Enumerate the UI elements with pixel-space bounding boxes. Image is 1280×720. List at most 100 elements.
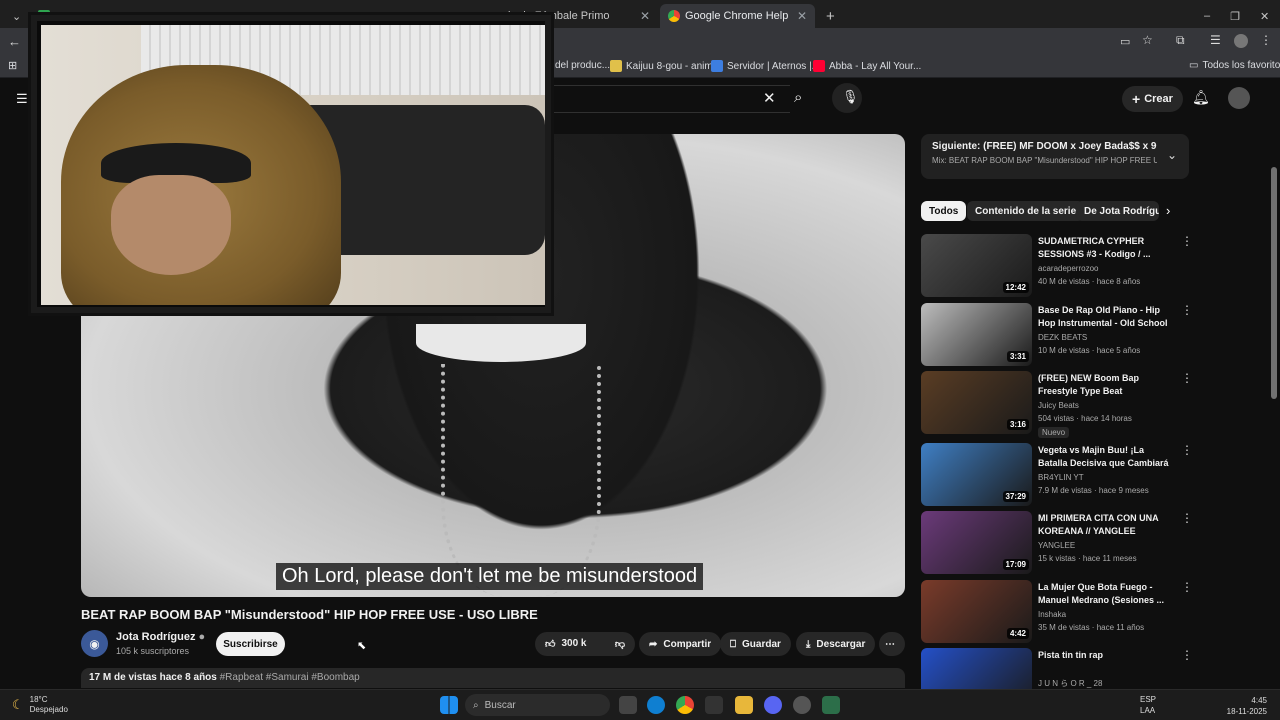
search-button[interactable]: ⌕ (786, 85, 818, 113)
notifications-bell-icon[interactable]: 🔔︎ (1192, 89, 1210, 106)
recommendation-title[interactable]: Base De Rap Old Piano - Hip Hop Instrume… (1038, 304, 1176, 331)
recommendation-title[interactable]: Pista tin tin rap (1038, 649, 1176, 662)
chip-channel[interactable]: De Jota Rodríguez (1076, 201, 1159, 221)
dislike-button[interactable]: 👎︎ (615, 638, 625, 650)
bookmark-all-folder[interactable]: ▭ Todos los favoritos (1189, 60, 1280, 71)
bookmark-item[interactable]: Kaijuu 8-gou - anim... (610, 60, 721, 72)
video-thumbnail[interactable]: 3:16 (921, 371, 1032, 434)
app-icon[interactable] (822, 696, 840, 714)
more-vertical-icon[interactable]: ⋮ (1181, 443, 1193, 457)
recommendation-title[interactable]: La Mujer Que Bota Fuego - Manuel Medrano… (1038, 581, 1176, 607)
app-icon[interactable] (793, 696, 811, 714)
system-tray[interactable]: ESP LAA (1140, 694, 1156, 716)
new-badge: Nuevo (1038, 427, 1070, 438)
save-button[interactable]: ⎕ Guardar (720, 632, 791, 656)
chip-series[interactable]: Contenido de la serie (967, 201, 1085, 221)
edge-icon[interactable] (647, 696, 665, 714)
chrome-icon[interactable] (676, 696, 694, 714)
recommendation-title[interactable]: (FREE) NEW Boom Bap Freestyle Type Beat (1038, 372, 1176, 398)
recommendation-channel[interactable]: BR4YLIN YT (1038, 473, 1084, 482)
video-thumbnail[interactable]: 17:09 (921, 511, 1032, 574)
recommendation-item[interactable]: 3:31 Base De Rap Old Piano - Hip Hop Inst… (921, 303, 1193, 367)
recommendation-channel[interactable]: Inshaka (1038, 610, 1066, 619)
webcam-overlay[interactable] (28, 12, 554, 316)
video-thumbnail[interactable]: 4:42 (921, 580, 1032, 643)
channel-name[interactable]: Jota Rodríguez ● (116, 631, 205, 643)
maximize-icon[interactable]: ❐ (1230, 10, 1240, 23)
create-button[interactable]: + Crear (1122, 86, 1183, 112)
recommendation-item[interactable]: 3:16 (FREE) NEW Boom Bap Freestyle Type B… (921, 371, 1193, 438)
recommendation-item[interactable]: 4:42 La Mujer Que Bota Fuego - Manuel Med… (921, 580, 1193, 644)
recommendation-channel[interactable]: J U N ら O R _ 28 (1038, 678, 1102, 689)
profile-avatar[interactable] (1234, 34, 1248, 48)
bookmark-star-icon[interactable]: ☆ (1142, 33, 1153, 47)
back-icon[interactable]: ← (8, 34, 21, 49)
recommendation-item[interactable]: 12:42 SUDAMETRICA CYPHER SESSIONS #3 - Ko… (921, 234, 1193, 298)
page-scrollbar[interactable] (1271, 167, 1277, 399)
recommendation-title[interactable]: SUDAMETRICA CYPHER SESSIONS #3 - Kodigo … (1038, 235, 1176, 261)
clock[interactable]: 4:45 18-11-2025 (1222, 695, 1267, 717)
windows-start-icon[interactable] (440, 696, 458, 714)
recommendation-channel[interactable]: Juicy Beats (1038, 401, 1079, 410)
menu-kebab-icon[interactable]: ⋮ (1260, 33, 1272, 47)
channel-avatar[interactable]: ◉ (81, 630, 108, 657)
hamburger-menu-icon[interactable]: ☰ (16, 91, 28, 107)
video-thumbnail[interactable]: 3:31 (921, 303, 1032, 366)
file-explorer-icon[interactable] (735, 696, 753, 714)
more-actions-button[interactable]: ⋯ (879, 632, 905, 656)
bookmark-item[interactable]: del produc... (555, 60, 610, 71)
taskbar-search[interactable]: ⌕ Buscar (465, 694, 610, 716)
tab-search-dropdown[interactable]: ⌄ (4, 4, 26, 28)
obs-icon[interactable] (705, 696, 723, 714)
minimize-icon[interactable]: – (1204, 10, 1210, 22)
chevron-right-icon[interactable]: › (1166, 203, 1170, 218)
window-controls[interactable]: – ❐ ✕ (1196, 4, 1276, 28)
share-button[interactable]: ➦ Compartir (639, 632, 722, 656)
up-next-panel[interactable]: Siguiente: (FREE) MF DOOM x Joey Bada$$ … (921, 134, 1189, 179)
subscribe-button[interactable]: Suscribirse (216, 632, 285, 656)
like-button[interactable]: 👍︎ 300 k (545, 638, 586, 650)
chip-all[interactable]: Todos (921, 201, 967, 221)
recommendation-item[interactable]: 17:09 MI PRIMERA CITA CON UNA KOREANA // … (921, 511, 1193, 575)
recommendation-channel[interactable]: DEZK BEATS (1038, 333, 1087, 342)
recommendation-meta: 15 k vistas · hace 11 meses (1038, 554, 1137, 563)
recommendation-channel[interactable]: YANGLEE (1038, 541, 1075, 550)
more-vertical-icon[interactable]: ⋮ (1181, 511, 1193, 525)
task-view-icon[interactable] (619, 696, 637, 714)
clear-search-icon[interactable]: ✕ (763, 89, 776, 107)
voice-search-button[interactable]: 🎙 (832, 83, 862, 113)
video-thumbnail[interactable]: 37:29 (921, 443, 1032, 506)
download-button[interactable]: ⤓ Descargar (796, 632, 876, 656)
chevron-down-icon[interactable]: ⌄ (1167, 148, 1177, 162)
more-vertical-icon[interactable]: ⋮ (1181, 580, 1193, 594)
discord-icon[interactable] (764, 696, 782, 714)
new-tab-button[interactable]: + (818, 4, 838, 28)
close-icon[interactable]: ✕ (797, 9, 807, 23)
more-vertical-icon[interactable]: ⋮ (1181, 648, 1193, 662)
close-icon[interactable]: ✕ (640, 9, 650, 23)
weather-widget[interactable]: ☾ 18°C Despejado (12, 695, 68, 715)
account-avatar[interactable] (1228, 87, 1250, 109)
recommendation-meta: 10 M de vistas · hace 5 años (1038, 346, 1141, 355)
recommendation-title[interactable]: MI PRIMERA CITA CON UNA KOREANA // YANGL… (1038, 512, 1176, 538)
close-window-icon[interactable]: ✕ (1260, 10, 1269, 23)
cast-icon[interactable]: ▭ (1120, 35, 1130, 48)
video-title: BEAT RAP BOOM BAP "Misunderstood" HIP HO… (81, 607, 538, 622)
bookmark-item[interactable]: Abba - Lay All Your... (813, 60, 921, 72)
recommendation-title[interactable]: Vegeta vs Majin Buu! ¡La Batalla Decisiv… (1038, 444, 1176, 471)
apps-icon[interactable]: ⊞ (8, 59, 17, 72)
search-input[interactable] (540, 85, 790, 113)
bookmark-item[interactable]: Servidor | Aternos |... (711, 60, 820, 72)
more-vertical-icon[interactable]: ⋮ (1181, 371, 1193, 385)
share-icon: ➦ (649, 638, 658, 650)
recommendation-channel[interactable]: acaradeperrozoo (1038, 264, 1098, 273)
browser-tab-active[interactable]: Google Chrome Help ✕ (660, 4, 815, 28)
extensions-icon[interactable]: ⧉ (1176, 33, 1185, 48)
video-duration: 37:29 (1002, 491, 1029, 502)
description-box[interactable]: 17 M de vistas hace 8 años #Rapbeat #Sam… (81, 668, 905, 688)
more-vertical-icon[interactable]: ⋮ (1181, 234, 1193, 248)
tab-search-icon[interactable]: ☰ (1210, 33, 1221, 47)
more-vertical-icon[interactable]: ⋮ (1181, 303, 1193, 317)
recommendation-item[interactable]: 37:29 Vegeta vs Majin Buu! ¡La Batalla De… (921, 443, 1193, 507)
video-thumbnail[interactable]: 12:42 (921, 234, 1032, 297)
